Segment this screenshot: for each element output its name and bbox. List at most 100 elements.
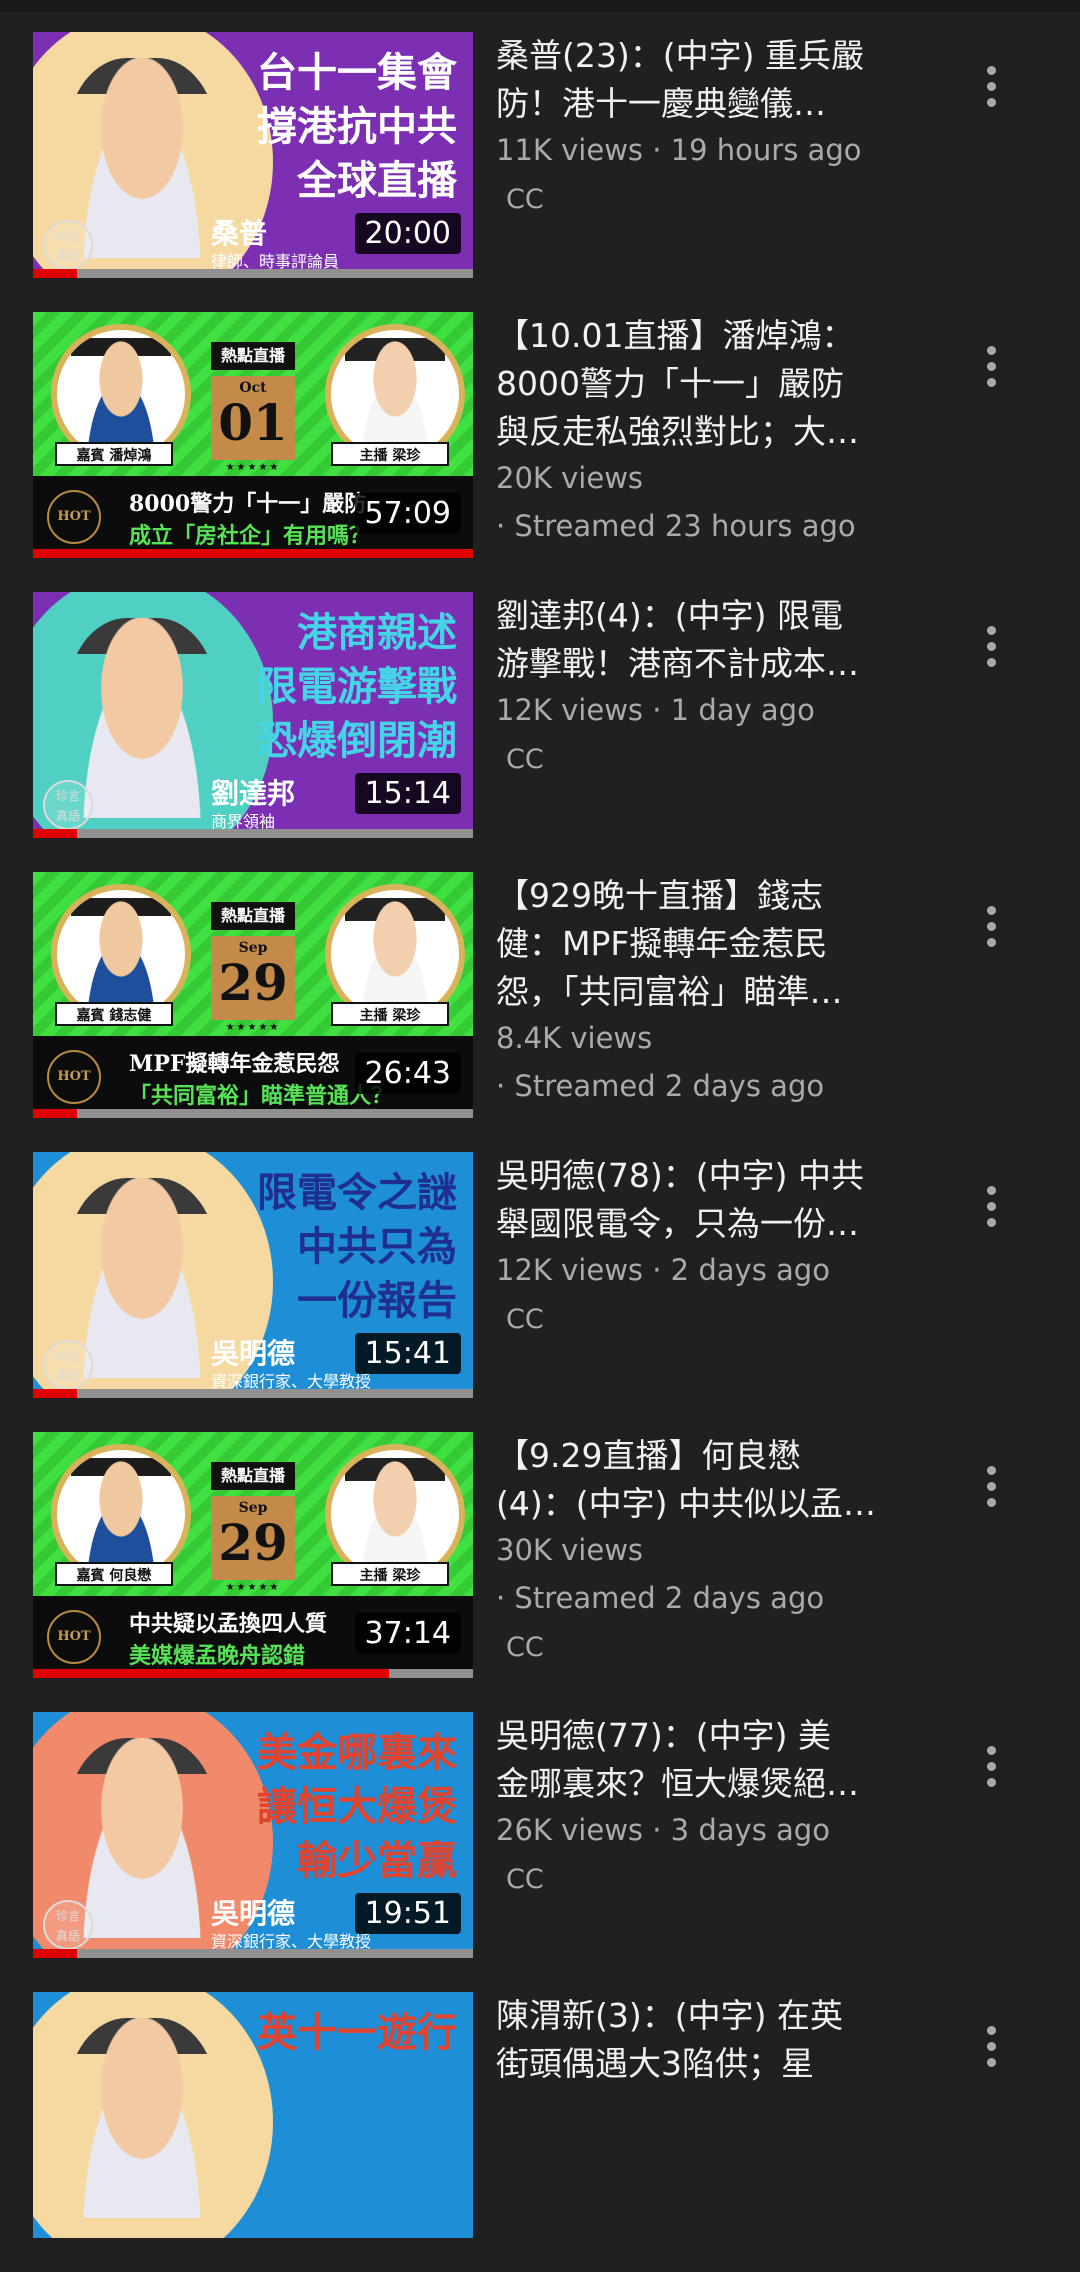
date-day: 29 — [218, 953, 288, 1012]
video-title[interactable]: 陳渭新(3)：(中字) 在英 街頭偶遇大3陷供；星 — [496, 1992, 926, 2088]
channel-seal-text: 珍言 真語 — [55, 1909, 80, 1943]
duration-badge: 20:00 — [354, 213, 461, 254]
video-thumbnail[interactable]: 美金哪裏來 讓恒大爆煲 輸少當贏 吳明德 資深銀行家、大學教授 珍言 真語 19:51 — [33, 1712, 473, 1958]
kebab-dot — [987, 642, 996, 651]
video-title[interactable]: 【929晚十直播】錢志 健：MPF擬轉年金惹民 怨，「共同富裕」瞄準… — [496, 872, 926, 1016]
stream-time: · Streamed 2 days ago — [496, 1581, 825, 1615]
video-thumbnail[interactable]: 英十一遊行 — [33, 1992, 473, 2238]
video-meta: 吳明德(78)：(中字) 中共 舉國限電令，只為一份… 12K views · 2… — [496, 1152, 926, 1340]
video-views: 11K views · 19 hours ago — [496, 133, 862, 167]
banner-line-2: 「共同富裕」瞄準普通人？ — [129, 1083, 394, 1109]
presenter-name: 吳明德 — [211, 1897, 296, 1930]
thumbnail-headline: 台十一集會 撐港抗中共 全球直播 — [257, 50, 457, 204]
watch-progress-fill — [33, 1949, 77, 1958]
stream-time: · Streamed 2 days ago — [496, 1069, 825, 1103]
video-views: 12K views · 1 day ago — [496, 693, 815, 727]
presenter-name: 劉達邦 — [211, 777, 296, 810]
more-options-icon[interactable] — [980, 338, 1004, 398]
kebab-dot — [987, 378, 996, 387]
live-label: 熱點直播 — [211, 902, 295, 930]
video-thumbnail[interactable]: 台十一集會 撐港抗中共 全球直播 桑普 律師、時事評論員 珍言 真語 20:00 — [33, 32, 473, 278]
video-row[interactable]: 嘉賓 何良懋 主播 梁珍 熱點直播 Sep 29 ★★★★★ HOT 中共疑以孟換四人質 美媒爆… — [0, 1432, 1080, 1712]
thumbnail-headline: 美金哪裏來 讓恒大爆煲 輸少當贏 — [257, 1730, 457, 1884]
cc-badge: CC — [506, 1304, 544, 1335]
more-options-icon[interactable] — [980, 1458, 1004, 1518]
video-views: 8.4K views — [496, 1021, 653, 1055]
kebab-dot — [987, 906, 996, 915]
video-title[interactable]: 吳明德(77)：(中字) 美 金哪裏來？恒大爆煲絕… — [496, 1712, 926, 1808]
kebab-dot — [987, 658, 996, 667]
guest-name-tag: 嘉賓 錢志健 — [55, 1002, 173, 1026]
kebab-dot — [987, 1778, 996, 1787]
cc-badge: CC — [506, 184, 544, 215]
video-title[interactable]: 劉達邦(4)：(中字) 限電 游擊戰！港商不計成本… — [496, 592, 926, 688]
more-options-icon[interactable] — [980, 2018, 1004, 2078]
video-row[interactable]: 美金哪裏來 讓恒大爆煲 輸少當贏 吳明德 資深銀行家、大學教授 珍言 真語 19:51 吳… — [0, 1712, 1080, 1992]
kebab-dot — [987, 626, 996, 635]
banner-line-2: 成立「房社企」有用嗎？ — [129, 523, 372, 549]
badge-row: CC — [496, 1850, 926, 1900]
host-name-tag: 主播 梁珍 — [331, 1562, 449, 1586]
channel-seal-text: 珍言 真語 — [55, 789, 80, 823]
video-views: 26K views · 3 days ago — [496, 1813, 830, 1847]
date-day: 01 — [218, 393, 288, 452]
video-title[interactable]: 桑普(23)：(中字) 重兵嚴 防！港十一慶典變儀… — [496, 32, 926, 128]
rating-stars: ★★★★★ — [225, 462, 281, 473]
banner-line-2: 美媒爆孟晚舟認錯 — [129, 1643, 306, 1669]
rating-stars: ★★★★★ — [225, 1022, 281, 1033]
video-thumbnail[interactable]: 嘉賓 錢志健 主播 梁珍 熱點直播 Sep 29 ★★★★★ HOT MPF擬轉年金惹民怨 「共… — [33, 872, 473, 1118]
watch-progress-bar — [33, 549, 473, 558]
more-options-icon[interactable] — [980, 618, 1004, 678]
kebab-dot — [987, 1466, 996, 1475]
banner-line-1: 中共疑以孟換四人質 — [129, 1611, 328, 1637]
channel-seal-icon: 珍言 真語 — [43, 1900, 93, 1950]
video-views: 12K views · 2 days ago — [496, 1253, 830, 1287]
date-box: Oct 01 — [211, 376, 295, 460]
video-title[interactable]: 【10.01直播】潘焯鴻： 8000警力「十一」嚴防 與反走私強烈對比；大… — [496, 312, 926, 456]
video-row[interactable]: 英十一遊行 陳渭新(3)：(中字) 在英 街頭偶遇大3陷供；星 — [0, 1992, 1080, 2272]
watch-progress-fill — [33, 1389, 77, 1398]
more-options-icon[interactable] — [980, 58, 1004, 118]
video-row[interactable]: 台十一集會 撐港抗中共 全球直播 桑普 律師、時事評論員 珍言 真語 20:00 桑普(2… — [0, 32, 1080, 312]
badge-row: CC — [496, 1618, 926, 1668]
kebab-dot — [987, 1498, 996, 1507]
thumbnail-headline: 限電令之謎 中共只為 一份報告 — [257, 1170, 457, 1324]
live-label: 熱點直播 — [211, 342, 295, 370]
channel-seal-icon: 珍言 真語 — [43, 780, 93, 830]
video-thumbnail[interactable]: 嘉賓 潘焯鴻 主播 梁珍 熱點直播 Oct 01 ★★★★★ HOT 8000警力「十一」嚴防… — [33, 312, 473, 558]
duration-badge: 19:51 — [354, 1893, 461, 1934]
watch-progress-fill — [33, 549, 473, 558]
more-options-icon[interactable] — [980, 1738, 1004, 1798]
kebab-dot — [987, 82, 996, 91]
video-thumbnail[interactable]: 港商親述 限電游擊戰 恐爆倒閉潮 劉達邦 商界領袖 珍言 真語 15:14 — [33, 592, 473, 838]
cc-badge: CC — [506, 1632, 544, 1663]
video-row[interactable]: 嘉賓 錢志健 主播 梁珍 熱點直播 Sep 29 ★★★★★ HOT MPF擬轉年金惹民怨 「共… — [0, 872, 1080, 1152]
channel-seal-icon: 珍言 真語 — [43, 1340, 93, 1390]
video-meta: 【9.29直播】何良懋 (4)：(中字) 中共似以孟… 30K views · St… — [496, 1432, 926, 1668]
video-row[interactable]: 限電令之謎 中共只為 一份報告 吳明德 資深銀行家、大學教授 珍言 真語 15:41 吳明… — [0, 1152, 1080, 1432]
video-row[interactable]: 嘉賓 潘焯鴻 主播 梁珍 熱點直播 Oct 01 ★★★★★ HOT 8000警力「十一」嚴防… — [0, 312, 1080, 592]
kebab-dot — [987, 1202, 996, 1211]
video-title[interactable]: 【9.29直播】何良懋 (4)：(中字) 中共似以孟… — [496, 1432, 926, 1528]
live-label: 熱點直播 — [211, 1462, 295, 1490]
date-day: 29 — [218, 1513, 288, 1572]
kebab-dot — [987, 2058, 996, 2067]
video-thumbnail[interactable]: 嘉賓 何良懋 主播 梁珍 熱點直播 Sep 29 ★★★★★ HOT 中共疑以孟換四人質 美媒爆… — [33, 1432, 473, 1678]
channel-seal-icon: 珍言 真語 — [43, 220, 93, 270]
kebab-dot — [987, 1482, 996, 1491]
rating-stars: ★★★★★ — [225, 1582, 281, 1593]
watch-progress-fill — [33, 269, 77, 278]
kebab-dot — [987, 1186, 996, 1195]
channel-seal-text: 珍言 真語 — [55, 1349, 80, 1383]
banner-line-1: MPF擬轉年金惹民怨 — [129, 1051, 340, 1077]
more-options-icon[interactable] — [980, 898, 1004, 958]
video-row[interactable]: 港商親述 限電游擊戰 恐爆倒閉潮 劉達邦 商界領袖 珍言 真語 15:14 劉達邦(4)：… — [0, 592, 1080, 872]
video-title[interactable]: 吳明德(78)：(中字) 中共 舉國限電令，只為一份… — [496, 1152, 926, 1248]
thumbnail-headline: 港商親述 限電游擊戰 恐爆倒閉潮 — [257, 610, 457, 764]
date-box: Sep 29 — [211, 936, 295, 1020]
presenter-name: 桑普 — [211, 217, 268, 250]
watch-progress-bar — [33, 829, 473, 838]
video-thumbnail[interactable]: 限電令之謎 中共只為 一份報告 吳明德 資深銀行家、大學教授 珍言 真語 15:41 — [33, 1152, 473, 1398]
more-options-icon[interactable] — [980, 1178, 1004, 1238]
video-meta: 吳明德(77)：(中字) 美 金哪裏來？恒大爆煲絕… 26K views · 3 … — [496, 1712, 926, 1900]
